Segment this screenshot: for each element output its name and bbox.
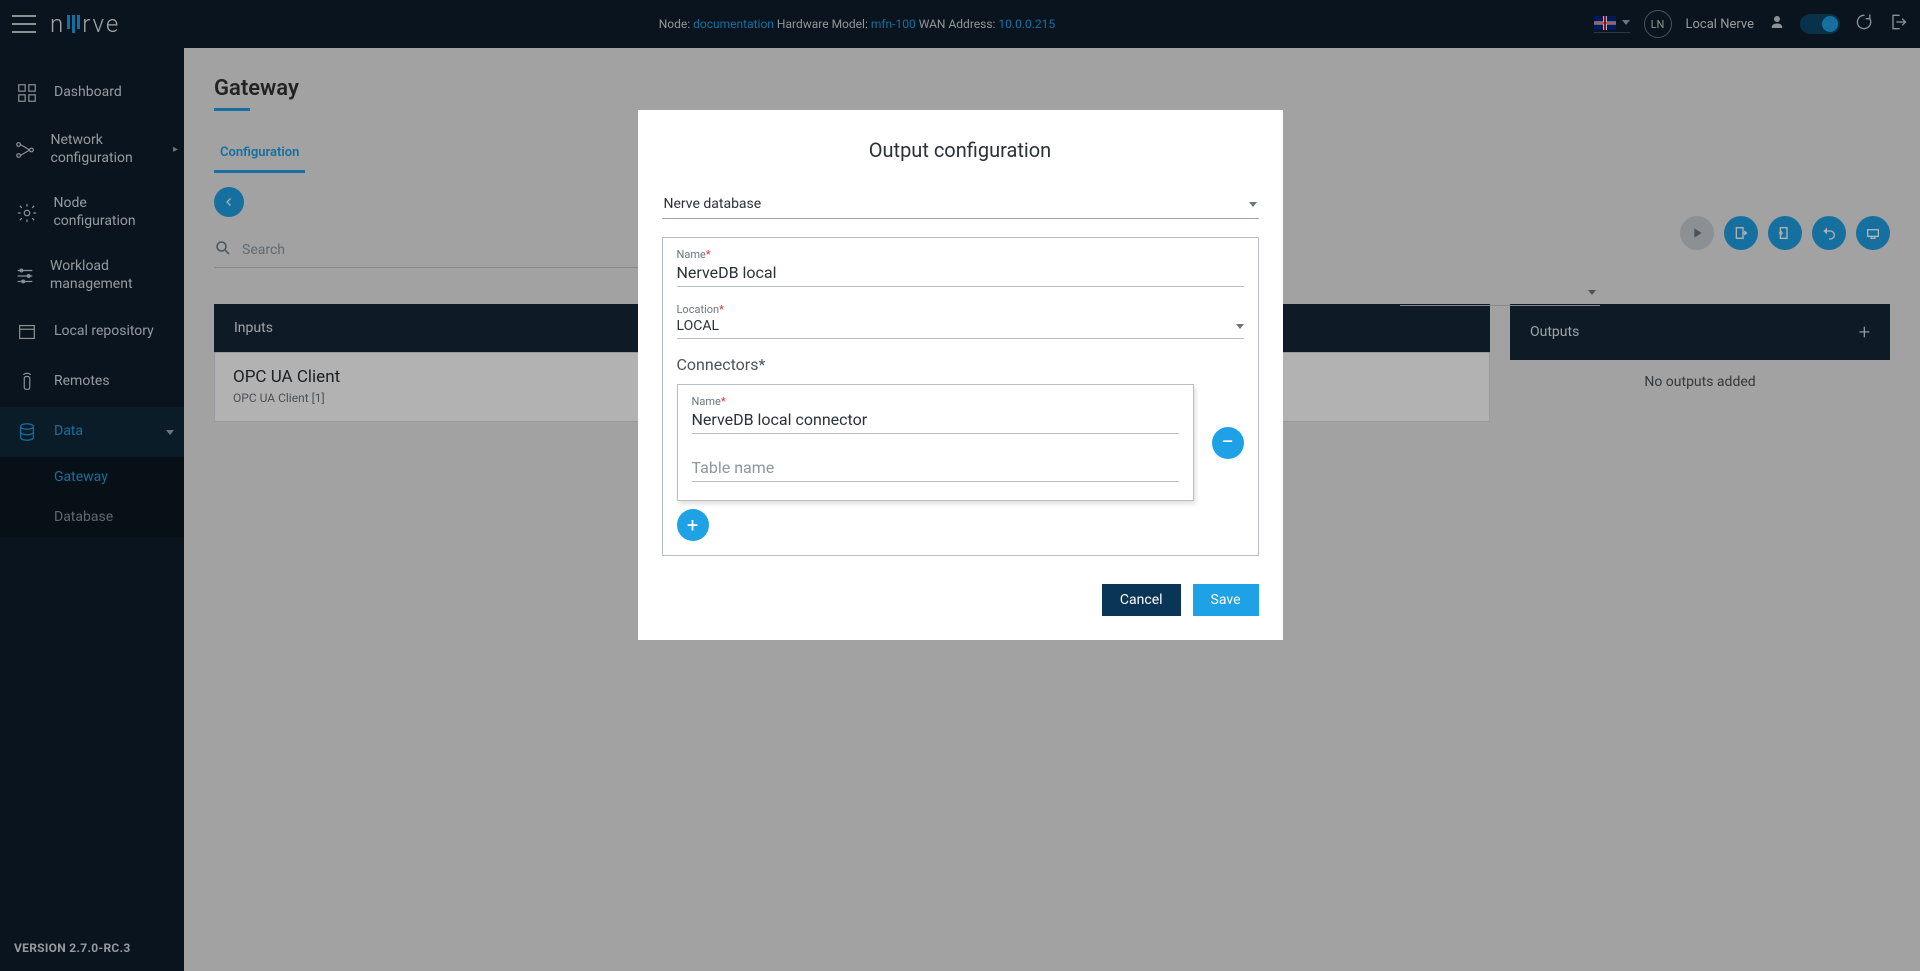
output-main-box: Name* Location* LOCAL Connectors* Name* bbox=[662, 237, 1259, 556]
chevron-down-icon bbox=[1249, 202, 1257, 207]
connector-name-label: Name* bbox=[692, 395, 1179, 408]
name-label: Name* bbox=[677, 248, 1244, 261]
modal-overlay: Output configuration Nerve database Name… bbox=[0, 0, 1920, 971]
connectors-label: Connectors* bbox=[677, 355, 1244, 374]
location-value: LOCAL bbox=[677, 318, 720, 334]
connector-card: Name* bbox=[677, 384, 1194, 501]
connector-table-input[interactable] bbox=[692, 456, 1179, 482]
output-type-select[interactable]: Nerve database bbox=[662, 190, 1259, 219]
output-name-input[interactable] bbox=[677, 261, 1244, 287]
location-label: Location* bbox=[677, 303, 1244, 316]
output-config-dialog: Output configuration Nerve database Name… bbox=[638, 110, 1283, 640]
chevron-down-icon bbox=[1236, 324, 1244, 329]
remove-connector-button[interactable]: − bbox=[1212, 427, 1244, 459]
connector-name-input[interactable] bbox=[692, 408, 1179, 434]
save-button[interactable]: Save bbox=[1193, 584, 1259, 616]
cancel-button[interactable]: Cancel bbox=[1102, 584, 1181, 616]
output-type-value: Nerve database bbox=[664, 196, 762, 212]
dialog-title: Output configuration bbox=[662, 138, 1259, 162]
location-select[interactable]: LOCAL bbox=[677, 316, 1244, 339]
add-connector-button[interactable]: + bbox=[677, 509, 709, 541]
